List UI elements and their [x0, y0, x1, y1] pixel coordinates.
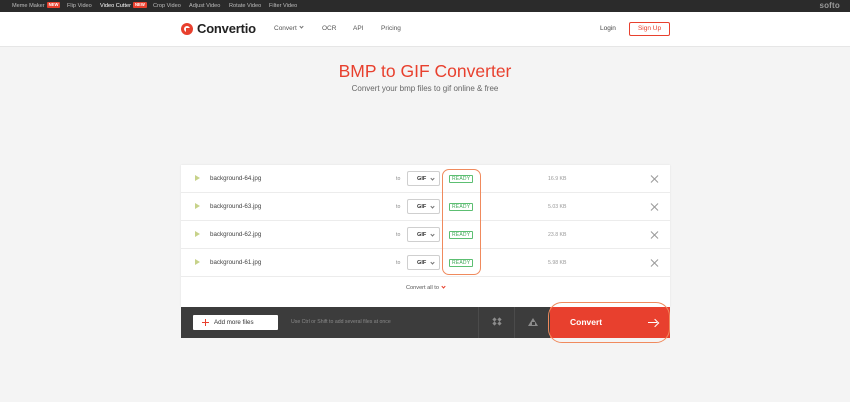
topbar-link-label: Meme Maker — [12, 3, 45, 9]
output-format-select[interactable]: GIF — [407, 227, 440, 242]
login-link[interactable]: Login — [600, 25, 616, 32]
status-highlight-outline — [442, 169, 481, 275]
file-name: background-62.jpg — [210, 231, 262, 238]
topbar-link-label: Video Cutter — [100, 3, 131, 9]
nav-api[interactable]: API — [353, 25, 363, 32]
convert-all-dropdown[interactable]: Convert all to — [181, 284, 670, 291]
to-label: to — [396, 260, 401, 266]
topbar-link-video-cutter[interactable]: Video Cutter NEW — [100, 0, 147, 12]
plus-icon — [202, 318, 209, 326]
format-value: GIF — [417, 231, 427, 238]
convert-all-label: Convert all to — [406, 285, 439, 291]
site-header: Convertio Convert OCR API Pricing Login … — [0, 12, 850, 47]
dropbox-button[interactable] — [478, 307, 514, 338]
to-label: to — [396, 176, 401, 182]
convert-highlight-outline — [548, 302, 670, 343]
image-file-icon — [195, 175, 200, 182]
chevron-down-icon — [430, 204, 435, 209]
image-file-icon — [195, 259, 200, 266]
file-name: background-64.jpg — [210, 175, 262, 182]
format-value: GIF — [417, 175, 427, 182]
file-row: background-63.jpg to GIF READY 5.03 KB — [181, 193, 670, 221]
nav-ocr[interactable]: OCR — [322, 25, 336, 32]
convertio-logo-icon[interactable] — [181, 23, 193, 35]
file-row: background-61.jpg to GIF READY 5.98 KB — [181, 249, 670, 277]
to-label: to — [396, 204, 401, 210]
signup-button[interactable]: Sign Up — [629, 22, 670, 36]
topbar-link-rotate-video[interactable]: Rotate Video — [229, 0, 261, 12]
logo-text[interactable]: Convertio — [197, 21, 256, 36]
topbar-link-filter-video[interactable]: Filter Video — [269, 0, 297, 12]
topbar-link-adjust-video[interactable]: Adjust Video — [189, 0, 220, 12]
add-files-button[interactable]: Add more files — [193, 315, 278, 330]
google-drive-button[interactable] — [514, 307, 550, 338]
file-name: background-61.jpg — [210, 259, 262, 266]
file-size: 5.03 KB — [548, 204, 567, 210]
file-size: 23.8 KB — [548, 232, 567, 238]
google-drive-icon — [528, 318, 538, 327]
topbar-link-crop-video[interactable]: Crop Video — [153, 0, 181, 12]
multi-select-hint: Use Ctrl or Shift to add several files a… — [291, 319, 391, 325]
new-badge: NEW — [133, 2, 147, 8]
nav-pricing[interactable]: Pricing — [381, 25, 401, 32]
close-icon[interactable] — [650, 231, 658, 239]
file-row: background-62.jpg to GIF READY 23.8 KB — [181, 221, 670, 249]
page-title: BMP to GIF Converter — [338, 61, 512, 81]
chevron-down-icon — [430, 176, 435, 181]
output-format-select[interactable]: GIF — [407, 171, 440, 186]
file-size: 5.98 KB — [548, 260, 567, 266]
softo-logo[interactable]: softo — [819, 0, 840, 12]
close-icon[interactable] — [650, 259, 658, 267]
image-file-icon — [195, 203, 200, 210]
top-toolbar: Meme Maker NEW Flip Video Video Cutter NEW… — [0, 0, 850, 12]
page-subtitle: Convert your bmp files to gif online & f… — [351, 84, 499, 93]
output-format-select[interactable]: GIF — [407, 199, 440, 214]
image-file-icon — [195, 231, 200, 238]
close-icon[interactable] — [650, 203, 658, 211]
add-files-label: Add more files — [214, 319, 254, 326]
file-name: background-63.jpg — [210, 203, 262, 210]
file-row: background-64.jpg to GIF READY 16.9 KB — [181, 165, 670, 193]
dropbox-icon — [492, 317, 502, 326]
chevron-down-icon — [430, 232, 435, 237]
chevron-down-icon — [430, 260, 435, 265]
nav-convert-label: Convert — [274, 25, 297, 32]
chevron-down-icon — [299, 24, 304, 29]
file-size: 16.9 KB — [548, 176, 567, 182]
output-format-select[interactable]: GIF — [407, 255, 440, 270]
topbar-link-flip-video[interactable]: Flip Video — [67, 0, 92, 12]
chevron-down-icon — [441, 284, 446, 289]
nav-convert[interactable]: Convert — [274, 24, 304, 32]
format-value: GIF — [417, 259, 427, 266]
close-icon[interactable] — [650, 175, 658, 183]
to-label: to — [396, 232, 401, 238]
topbar-link-meme-maker[interactable]: Meme Maker NEW — [12, 0, 61, 12]
new-badge: NEW — [46, 2, 61, 8]
file-list-panel: background-64.jpg to GIF READY 16.9 KB b… — [181, 165, 670, 307]
format-value: GIF — [417, 203, 427, 210]
